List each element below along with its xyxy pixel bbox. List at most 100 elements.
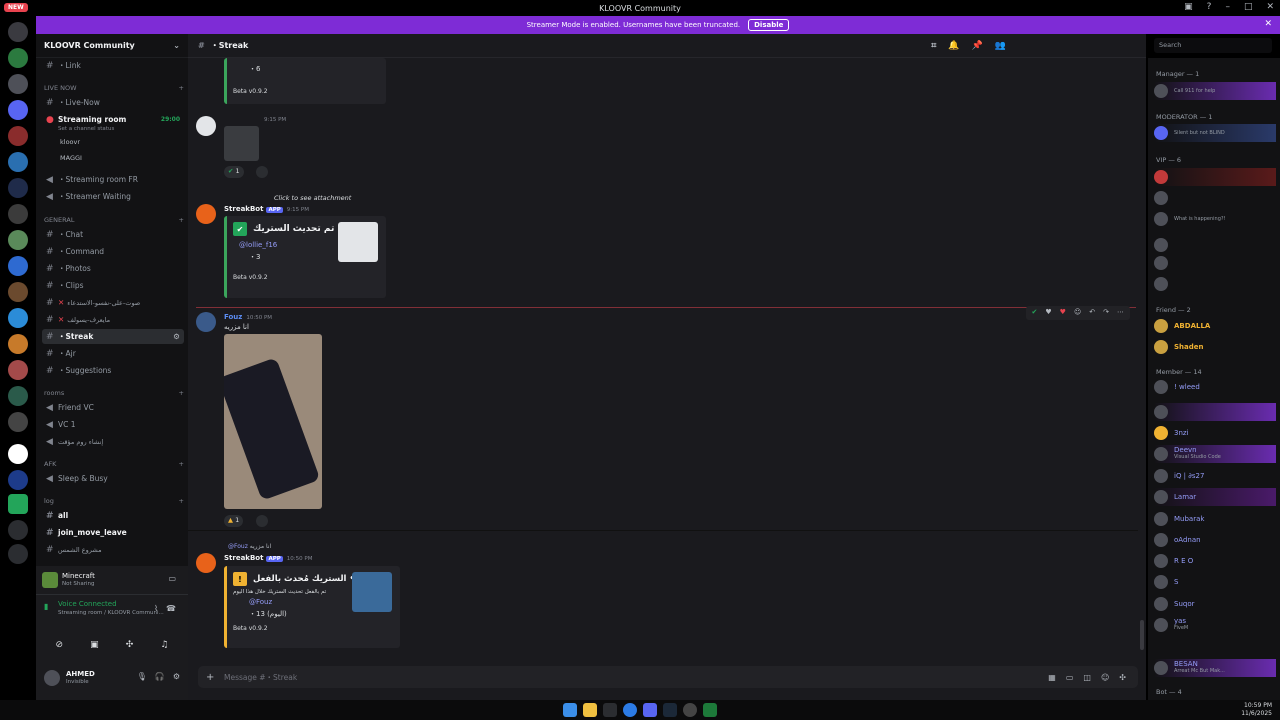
category-general[interactable]: GENERAL + xyxy=(44,216,184,224)
add-channel-icon[interactable]: + xyxy=(179,389,184,397)
member-item[interactable]: What is happening?! xyxy=(1154,210,1276,228)
channel-command[interactable]: # ・Command xyxy=(42,244,184,259)
member-item[interactable]: Shaden xyxy=(1154,338,1276,356)
bell-icon[interactable]: 🔔 xyxy=(948,41,959,51)
member-item[interactable]: Mubarak xyxy=(1154,510,1276,528)
member-item[interactable]: iQ | ∂s27 xyxy=(1154,467,1276,485)
category-log[interactable]: log + xyxy=(44,497,184,505)
member-item[interactable]: Call 911 for help xyxy=(1154,82,1276,100)
emoji-icon[interactable]: ☺ xyxy=(1101,673,1109,682)
member-item[interactable]: oAdnan xyxy=(1154,531,1276,549)
chrome-icon[interactable] xyxy=(623,703,637,717)
scrollbar[interactable] xyxy=(1140,620,1144,650)
server-icon[interactable] xyxy=(8,386,28,406)
sticker-icon[interactable]: ◫ xyxy=(1083,673,1091,682)
add-channel-icon[interactable]: + xyxy=(179,84,184,92)
category-rooms[interactable]: rooms + xyxy=(44,389,184,397)
inbox-icon[interactable]: ▣ xyxy=(1184,2,1193,12)
add-reaction-icon[interactable]: ☺ xyxy=(1074,308,1081,318)
server-icon[interactable] xyxy=(8,334,28,354)
steam-icon[interactable] xyxy=(663,703,677,717)
screen-share-icon[interactable]: ▭ xyxy=(168,574,176,583)
system-tray[interactable]: 10:59 PM 11/6/2025 xyxy=(1241,702,1272,718)
add-reaction-icon[interactable] xyxy=(256,515,268,527)
server-icon[interactable] xyxy=(8,412,28,432)
channel-arabic-4[interactable]: # مشروع الشمس xyxy=(42,542,184,557)
channel-clips[interactable]: # ・Clips xyxy=(42,278,184,293)
discord-icon[interactable] xyxy=(643,703,657,717)
server-icon[interactable] xyxy=(8,470,28,490)
add-reaction-icon[interactable] xyxy=(256,166,268,178)
server-icon[interactable] xyxy=(8,48,28,68)
message-input[interactable]: + Message #・Streak ▦ ▭ ◫ ☺ ✣ xyxy=(198,666,1138,688)
avatar[interactable] xyxy=(196,116,216,136)
check-icon[interactable]: ✔ xyxy=(1032,308,1038,318)
server-icon[interactable] xyxy=(8,22,28,42)
noise-suppression-icon[interactable]: ⌇ xyxy=(154,604,158,613)
reaction-warning[interactable]: ▲ 1 xyxy=(224,515,244,527)
channel-streaming-fr[interactable]: ◀ ・Streaming room FR xyxy=(42,172,184,187)
avatar[interactable] xyxy=(196,312,216,332)
server-icon[interactable] xyxy=(8,360,28,380)
channel-chat[interactable]: # ・Chat xyxy=(42,227,184,242)
server-icon[interactable] xyxy=(8,308,28,328)
apps-icon[interactable]: ✣ xyxy=(1119,673,1126,682)
forward-icon[interactable]: ↷ xyxy=(1103,308,1109,318)
member-item[interactable] xyxy=(1154,275,1276,293)
server-icon[interactable] xyxy=(8,256,28,276)
file-explorer-icon[interactable] xyxy=(583,703,597,717)
message-author[interactable]: StreakBot APP 10:50 PM xyxy=(224,554,312,562)
soundboard-icon[interactable]: ♫ xyxy=(160,640,168,656)
channel-all[interactable]: # all xyxy=(42,508,184,523)
gift-icon[interactable]: ▦ xyxy=(1048,673,1056,682)
microphone-icon[interactable]: 🎙 xyxy=(137,672,147,681)
pin-icon[interactable]: 📌 xyxy=(972,41,983,51)
message-author[interactable]: Fouz 10:50 PM xyxy=(224,313,272,321)
channel-friend-vc[interactable]: ◀ Friend VC xyxy=(42,400,184,415)
channel-status[interactable]: Set a channel status xyxy=(58,126,114,132)
member-item[interactable] xyxy=(1154,254,1276,272)
user-name[interactable]: AHMED xyxy=(66,670,95,678)
search-input[interactable]: Search xyxy=(1154,38,1272,53)
members-icon[interactable]: 👥 xyxy=(995,41,1006,51)
channel-streamer-waiting[interactable]: ◀ ・Streamer Waiting xyxy=(42,189,184,204)
image-attachment[interactable] xyxy=(224,126,259,161)
windows-start-icon[interactable] xyxy=(563,703,577,717)
add-channel-icon[interactable]: + xyxy=(179,460,184,468)
channel-arabic-3[interactable]: ◀ إنشاء روم مؤقت xyxy=(42,434,184,449)
server-icon[interactable] xyxy=(8,282,28,302)
reply-icon[interactable]: ↶ xyxy=(1089,308,1095,318)
more-icon[interactable]: ⋯ xyxy=(1117,308,1124,318)
server-icon[interactable] xyxy=(8,494,28,514)
member-item[interactable]: Lamar xyxy=(1154,488,1276,506)
reply-preview[interactable]: Click to see attachment xyxy=(274,194,351,202)
embed-thumbnail[interactable] xyxy=(338,222,378,262)
voice-status[interactable]: Voice Connected xyxy=(58,600,117,608)
help-icon[interactable]: ? xyxy=(1207,2,1212,12)
disable-button[interactable]: Disable xyxy=(748,19,790,31)
server-icon[interactable] xyxy=(8,152,28,172)
member-item[interactable] xyxy=(1154,403,1276,421)
message-author[interactable]: StreakBot APP 9:15 PM xyxy=(224,205,309,213)
close-window-icon[interactable]: ✕ xyxy=(1266,2,1274,12)
channel-photos[interactable]: # ・Photos xyxy=(42,261,184,276)
channel-vc1[interactable]: ◀ VC 1 xyxy=(42,417,184,432)
close-banner-icon[interactable]: ✕ xyxy=(1264,19,1272,29)
activities-icon[interactable]: ✣ xyxy=(126,640,134,656)
app-icon[interactable] xyxy=(603,703,617,717)
category-afk[interactable]: AFK + xyxy=(44,460,184,468)
server-icon[interactable] xyxy=(8,444,28,464)
chevron-down-icon[interactable]: ⌄ xyxy=(173,41,180,50)
voice-user[interactable]: MAGGI xyxy=(60,154,82,162)
add-channel-icon[interactable]: + xyxy=(179,497,184,505)
member-item[interactable]: S xyxy=(1154,573,1276,591)
reply-preview[interactable]: @Fouz انا مزريه xyxy=(228,543,271,550)
heart-icon[interactable]: ♥ xyxy=(1045,308,1051,318)
channel-link[interactable]: # ・Link xyxy=(42,58,184,73)
reaction-check[interactable]: ✔ 1 xyxy=(224,166,244,178)
headphones-icon[interactable]: 🎧 xyxy=(155,672,165,681)
server-icon[interactable] xyxy=(8,74,28,94)
image-attachment[interactable] xyxy=(224,334,322,509)
minimize-icon[interactable]: – xyxy=(1225,2,1230,12)
excel-icon[interactable] xyxy=(703,703,717,717)
